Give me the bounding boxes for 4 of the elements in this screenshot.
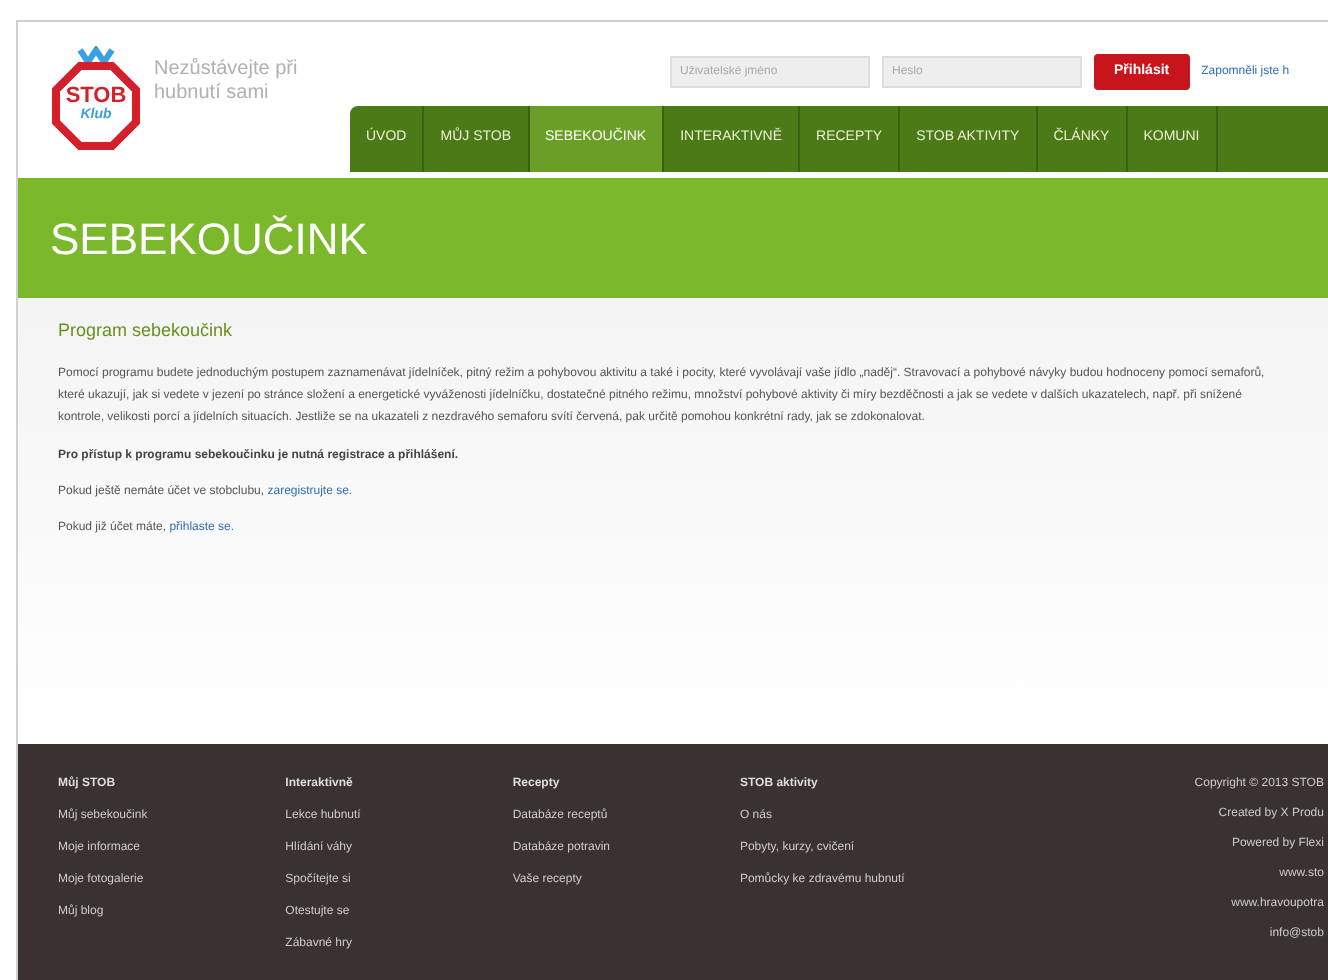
tagline: Nezůstávejte při hubnutí sami — [154, 56, 300, 106]
page-title: SEBEKOUČINK — [50, 211, 368, 267]
content-heading: Program sebekoučink — [58, 318, 235, 344]
logo-text: STOB — [65, 86, 127, 108]
